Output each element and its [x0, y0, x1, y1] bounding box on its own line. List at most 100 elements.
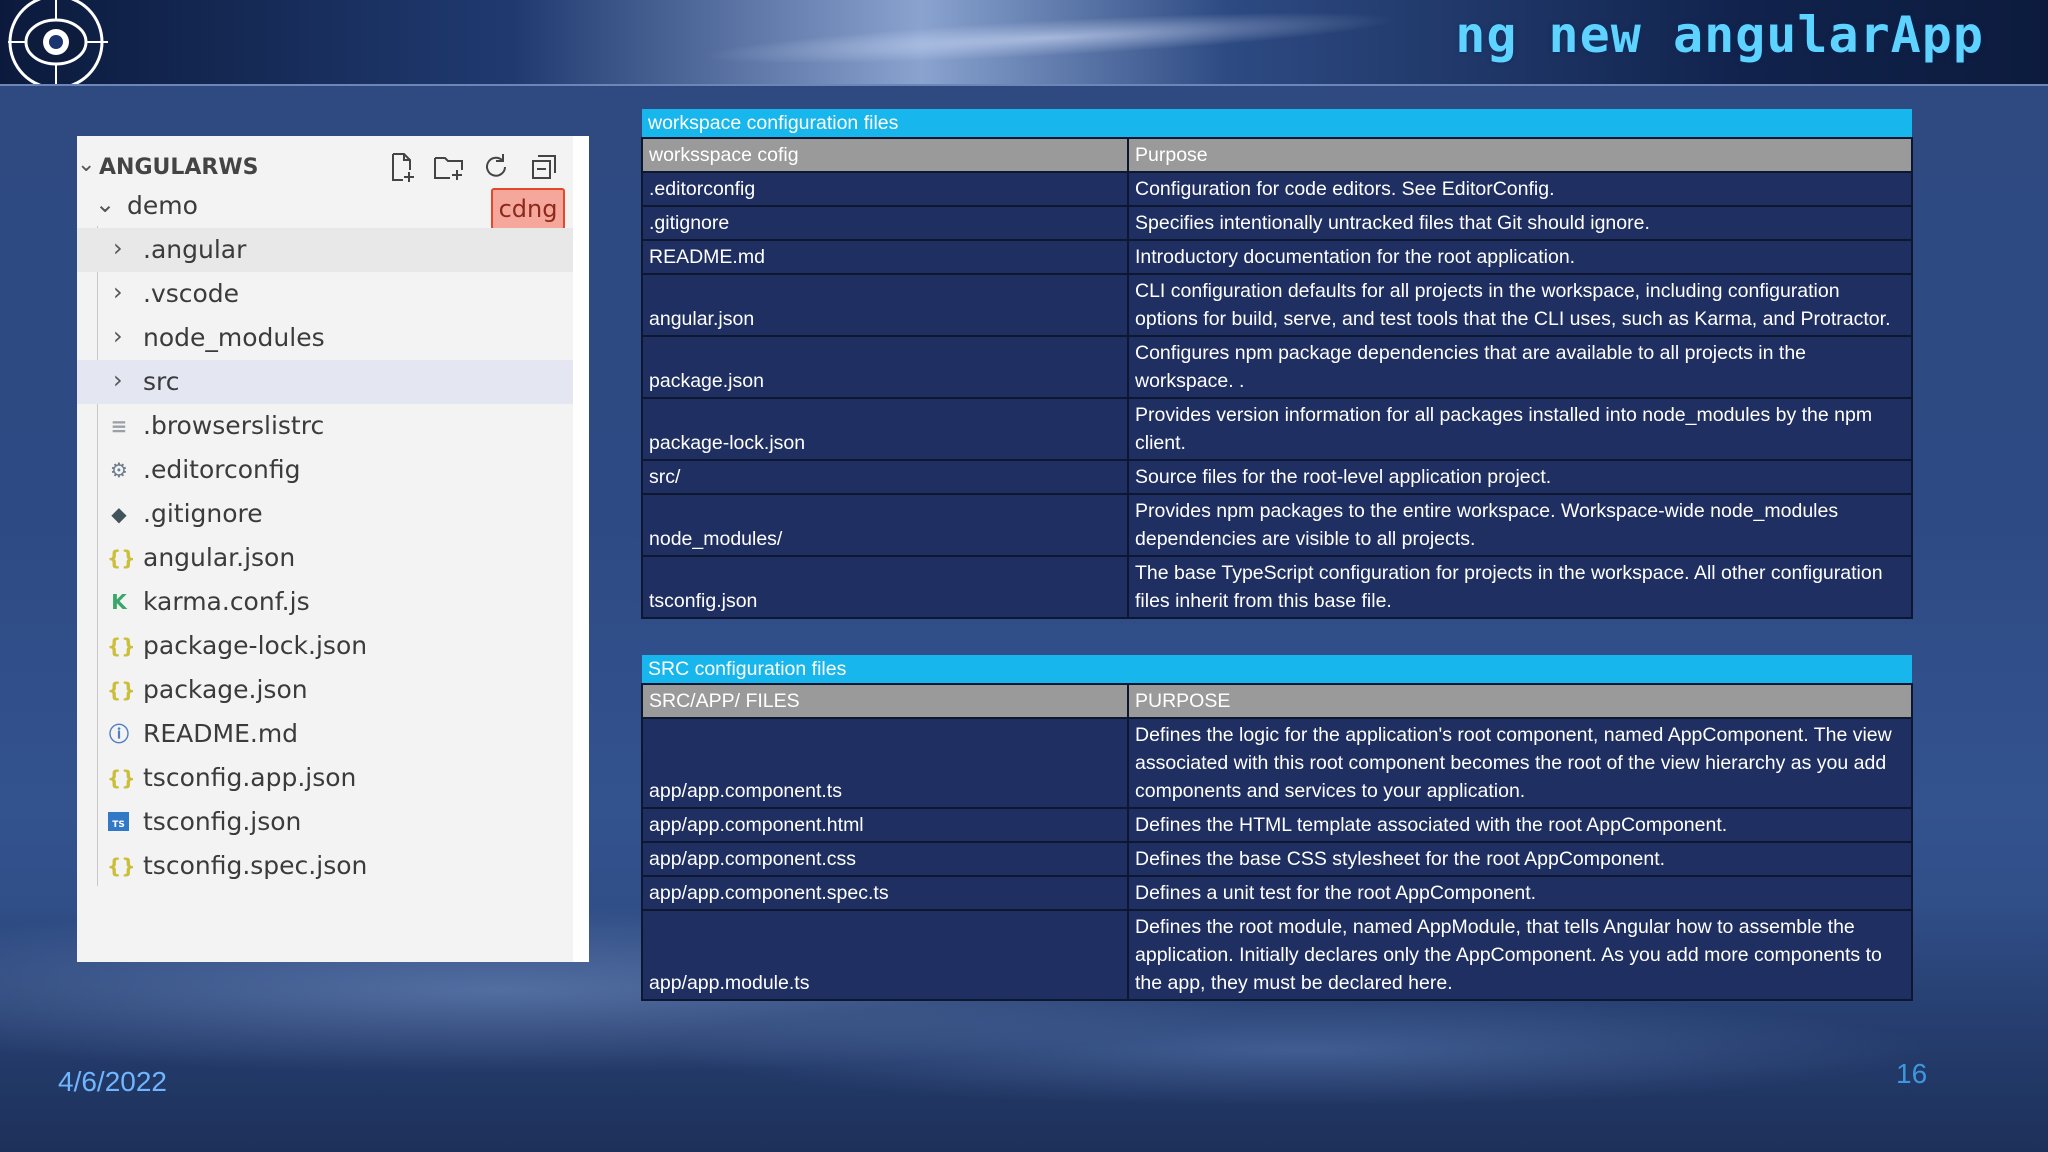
info-icon: ⓘ — [109, 722, 129, 746]
table-title: SRC configuration files — [642, 655, 1912, 684]
tree-item[interactable]: {} package.json — [77, 668, 573, 712]
tree-item[interactable]: ⓘ README.md — [77, 712, 573, 756]
file-cell: app/app.component.css — [641, 841, 1129, 877]
file-cell: app/app.component.html — [641, 807, 1129, 843]
column-header: worksspace cofig — [641, 137, 1129, 173]
chevron-down-icon[interactable]: ⌄ — [77, 152, 95, 177]
file-cell: app/app.component.ts — [641, 717, 1129, 809]
table-title: workspace configuration files — [642, 109, 1912, 138]
tree-item-label: README.md — [143, 719, 299, 748]
karma-icon: K — [111, 590, 127, 614]
file-cell: package.json — [641, 335, 1129, 399]
table-row: tsconfig.json The base TypeScript config… — [641, 555, 1913, 619]
file-cell: app/app.component.spec.ts — [641, 875, 1129, 911]
chevron-right-icon: › — [113, 278, 123, 306]
terminal-badge[interactable]: cdng — [491, 188, 565, 230]
tree-item[interactable]: {} tsconfig.spec.json — [77, 844, 573, 888]
tree-item-label: tsconfig.app.json — [143, 763, 357, 792]
file-cell: README.md — [641, 239, 1129, 275]
table-row: angular.json CLI configuration defaults … — [641, 273, 1913, 337]
tree-item[interactable]: {} tsconfig.app.json — [77, 756, 573, 800]
purpose-cell: Defines the HTML template associated wit… — [1127, 807, 1913, 843]
tree-item[interactable]: ◆ .gitignore — [77, 492, 573, 536]
purpose-cell: Configuration for code editors. See Edit… — [1127, 171, 1913, 207]
table-row: .gitignore Specifies intentionally untra… — [641, 205, 1913, 241]
tree-item-label: package-lock.json — [143, 631, 368, 660]
json-braces-icon: {} — [107, 678, 136, 702]
src-config-table: SRC configuration files SRC/APP/ FILES P… — [641, 655, 1913, 1001]
header-light-streak — [699, 1, 1401, 75]
purpose-cell: The base TypeScript configuration for pr… — [1127, 555, 1913, 619]
tree-item-label: package.json — [143, 675, 308, 704]
tree-item[interactable]: {} angular.json — [77, 536, 573, 580]
refresh-icon[interactable] — [479, 150, 513, 184]
tree-item-label: demo — [127, 191, 198, 220]
table-row: app/app.component.html Defines the HTML … — [641, 807, 1913, 843]
explorer-scrollbar[interactable] — [573, 136, 589, 962]
purpose-cell: Specifies intentionally untracked files … — [1127, 205, 1913, 241]
table-header-row: SRC/APP/ FILES PURPOSE — [641, 683, 1913, 719]
tree-item-label: angular.json — [143, 543, 296, 572]
collapse-all-icon[interactable] — [527, 150, 561, 184]
purpose-cell: Provides version information for all pac… — [1127, 397, 1913, 461]
slide-page-number: 16 — [1896, 1058, 1928, 1089]
workspace-config-table: workspace configuration files worksspace… — [641, 109, 1913, 619]
chevron-right-icon: › — [113, 322, 123, 350]
chevron-down-icon: ⌄ — [95, 190, 116, 218]
purpose-cell: Defines a unit test for the root AppComp… — [1127, 875, 1913, 911]
table-title-row: workspace configuration files — [642, 109, 1912, 138]
table-row: package.json Configures npm package depe… — [641, 335, 1913, 399]
purpose-cell: CLI configuration defaults for all proje… — [1127, 273, 1913, 337]
workspace-root-label[interactable]: ANGULARWS — [99, 155, 258, 180]
table-row: src/ Source files for the root-level app… — [641, 459, 1913, 495]
purpose-cell: Source files for the root-level applicat… — [1127, 459, 1913, 495]
typescript-icon: TS — [107, 809, 131, 835]
gear-icon: ⚙ — [110, 458, 128, 482]
purpose-cell: Defines the base CSS stylesheet for the … — [1127, 841, 1913, 877]
tree-item[interactable]: › node_modules — [77, 316, 573, 360]
column-header: SRC/APP/ FILES — [641, 683, 1129, 719]
table-row: package-lock.json Provides version infor… — [641, 397, 1913, 461]
table-header-row: worksspace cofig Purpose — [641, 137, 1913, 173]
tree-item-label: karma.conf.js — [143, 587, 310, 616]
tree-item[interactable]: TS tsconfig.json — [77, 800, 573, 844]
chevron-right-icon: › — [113, 366, 123, 394]
column-header: Purpose — [1127, 137, 1913, 173]
tree-item-label: src — [143, 367, 180, 396]
file-cell: .editorconfig — [641, 171, 1129, 207]
file-explorer-panel: ⌄ ANGULARWS ⌄ demo cdng › .angular › .vs… — [77, 136, 589, 962]
tree-item-label: .gitignore — [143, 499, 263, 528]
new-file-icon[interactable] — [385, 150, 419, 184]
tree-item-label: .vscode — [143, 279, 240, 308]
file-cell: .gitignore — [641, 205, 1129, 241]
file-cell: tsconfig.json — [641, 555, 1129, 619]
tree-item[interactable]: › .angular — [77, 228, 573, 272]
git-icon: ◆ — [111, 502, 127, 526]
table-row: node_modules/ Provides npm packages to t… — [641, 493, 1913, 557]
tree-item[interactable]: › .vscode — [77, 272, 573, 316]
purpose-cell: Configures npm package dependencies that… — [1127, 335, 1913, 399]
tree-item[interactable]: ⚙ .editorconfig — [77, 448, 573, 492]
tree-item-label: tsconfig.json — [143, 807, 302, 836]
eye-logo-icon — [4, 0, 116, 90]
table-row: .editorconfig Configuration for code edi… — [641, 171, 1913, 207]
tree-item-label: node_modules — [143, 323, 325, 352]
tree-item[interactable]: {} package-lock.json — [77, 624, 573, 668]
tree-item-label: tsconfig.spec.json — [143, 851, 368, 880]
chevron-right-icon: › — [113, 234, 123, 262]
json-braces-icon: {} — [107, 766, 136, 790]
file-cell: node_modules/ — [641, 493, 1129, 557]
tree-item-selected[interactable]: › src — [77, 360, 573, 404]
purpose-cell: Introductory documentation for the root … — [1127, 239, 1913, 275]
tree-item[interactable]: ≡ .browserslistrc — [77, 404, 573, 448]
svg-text:TS: TS — [112, 820, 125, 830]
tree-item[interactable]: K karma.conf.js — [77, 580, 573, 624]
purpose-cell: Defines the logic for the application's … — [1127, 717, 1913, 809]
new-folder-icon[interactable] — [432, 150, 466, 184]
table-row: app/app.component.css Defines the base C… — [641, 841, 1913, 877]
lines-file-icon: ≡ — [110, 414, 128, 438]
slide-date: 4/6/2022 — [58, 1066, 167, 1097]
json-braces-icon: {} — [107, 634, 136, 658]
table-title-row: SRC configuration files — [642, 655, 1912, 684]
file-cell: package-lock.json — [641, 397, 1129, 461]
